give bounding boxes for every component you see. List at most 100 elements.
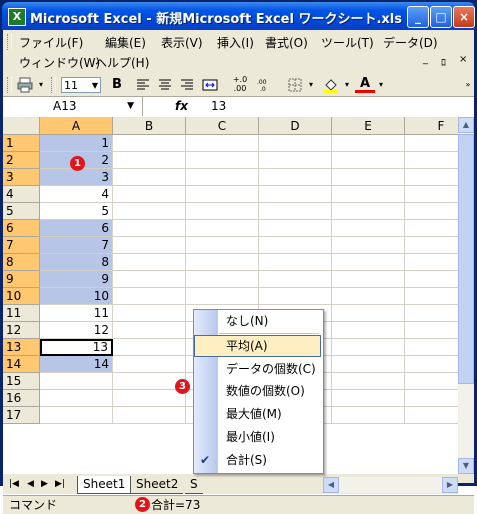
cell[interactable]	[332, 169, 405, 186]
cell[interactable]	[332, 322, 405, 339]
cell[interactable]	[332, 356, 405, 373]
cell[interactable]	[186, 288, 259, 305]
cell[interactable]	[405, 407, 458, 424]
cell[interactable]	[332, 339, 405, 356]
cell[interactable]	[113, 135, 186, 152]
menu-item-count[interactable]: データの個数(C)	[194, 358, 321, 380]
menu-item-min[interactable]: 最小値(I)	[194, 426, 321, 448]
cell-a[interactable]: 3	[40, 169, 113, 186]
cell-a[interactable]: 10	[40, 288, 113, 305]
fill-color-icon[interactable]	[321, 75, 341, 95]
menu-edit[interactable]: 編集(E)	[105, 34, 146, 51]
row-header[interactable]: 5	[3, 203, 40, 220]
cell[interactable]	[405, 288, 458, 305]
column-header-a[interactable]: A	[40, 117, 113, 135]
cell[interactable]	[332, 407, 405, 424]
cell[interactable]	[332, 220, 405, 237]
row-header[interactable]: 13	[3, 339, 40, 356]
cell-a[interactable]: 4	[40, 186, 113, 203]
doc-minimize-button[interactable]: _	[423, 54, 428, 65]
cell-a[interactable]: 14	[40, 356, 113, 373]
cell[interactable]	[405, 169, 458, 186]
borders-dropdown-icon[interactable]: ▾	[307, 75, 315, 95]
column-header-e[interactable]: E	[332, 117, 405, 135]
cell[interactable]	[259, 237, 332, 254]
cell[interactable]	[259, 135, 332, 152]
cell[interactable]	[405, 152, 458, 169]
row-header[interactable]: 12	[3, 322, 40, 339]
column-header-d[interactable]: D	[259, 117, 332, 135]
row-header[interactable]: 7	[3, 237, 40, 254]
scroll-left-icon[interactable]: ◀	[323, 477, 339, 493]
cell[interactable]	[113, 288, 186, 305]
column-header-c[interactable]: C	[186, 117, 259, 135]
column-header-f[interactable]: F	[405, 117, 458, 135]
row-header[interactable]: 11	[3, 305, 40, 322]
cell[interactable]	[332, 186, 405, 203]
cell[interactable]	[259, 271, 332, 288]
cell[interactable]	[405, 390, 458, 407]
row-header[interactable]: 6	[3, 220, 40, 237]
cell[interactable]	[259, 220, 332, 237]
cell[interactable]	[405, 220, 458, 237]
cell[interactable]	[113, 322, 186, 339]
row-header[interactable]: 9	[3, 271, 40, 288]
align-right-icon[interactable]	[177, 75, 197, 95]
status-sum[interactable]: 合計=73	[151, 496, 200, 514]
cell-a[interactable]	[40, 407, 113, 424]
cell[interactable]	[405, 186, 458, 203]
cell[interactable]	[113, 407, 186, 424]
row-header[interactable]: 8	[3, 254, 40, 271]
toolbar-grip[interactable]	[7, 77, 12, 93]
cell[interactable]	[113, 339, 186, 356]
cell[interactable]	[113, 390, 186, 407]
cell[interactable]	[186, 169, 259, 186]
cell-a[interactable]: 11	[40, 305, 113, 322]
cell[interactable]	[405, 135, 458, 152]
cell-a[interactable]	[40, 390, 113, 407]
cell-a[interactable]: 7	[40, 237, 113, 254]
cell[interactable]	[259, 254, 332, 271]
row-header[interactable]: 17	[3, 407, 40, 424]
menu-item-max[interactable]: 最大値(M)	[194, 403, 321, 425]
cell[interactable]	[332, 305, 405, 322]
cell-a[interactable]: 13	[40, 339, 113, 356]
cell[interactable]	[405, 322, 458, 339]
cell[interactable]	[113, 203, 186, 220]
cell[interactable]	[186, 203, 259, 220]
vertical-scrollbar[interactable]: ▲ ▼	[458, 117, 474, 474]
cell-a[interactable]: 12	[40, 322, 113, 339]
scroll-thumb[interactable]	[458, 134, 474, 384]
cell[interactable]	[332, 203, 405, 220]
bold-button[interactable]: B	[107, 75, 127, 95]
print-icon[interactable]	[15, 75, 35, 95]
menu-insert[interactable]: 挿入(I)	[217, 34, 254, 51]
font-color-dropdown-icon[interactable]: ▾	[377, 75, 385, 95]
menu-view[interactable]: 表示(V)	[161, 34, 203, 51]
horizontal-scrollbar[interactable]: ◀ ▶	[323, 477, 458, 493]
increase-decimal-button[interactable]: +.0 .00	[229, 75, 251, 95]
cell[interactable]	[186, 152, 259, 169]
cell[interactable]	[259, 203, 332, 220]
scroll-right-icon[interactable]: ▶	[442, 477, 458, 493]
cell[interactable]	[405, 203, 458, 220]
cell[interactable]	[113, 356, 186, 373]
row-header[interactable]: 2	[3, 152, 40, 169]
column-header-b[interactable]: B	[113, 117, 186, 135]
cell[interactable]	[186, 237, 259, 254]
cell[interactable]	[405, 339, 458, 356]
toolbar-grip-2[interactable]	[51, 77, 56, 93]
cell[interactable]	[259, 169, 332, 186]
tab-sheet2[interactable]: Sheet2	[131, 476, 184, 494]
cell[interactable]	[113, 169, 186, 186]
cell[interactable]	[405, 373, 458, 390]
row-header[interactable]: 1	[3, 135, 40, 152]
menu-item-none[interactable]: なし(N)	[194, 310, 321, 332]
row-header[interactable]: 14	[3, 356, 40, 373]
scroll-up-icon[interactable]: ▲	[458, 117, 474, 133]
cell[interactable]	[332, 237, 405, 254]
menu-item-sum[interactable]: ✔ 合計(S)	[194, 449, 321, 471]
cell[interactable]	[186, 220, 259, 237]
cell-a[interactable]: 1	[40, 135, 113, 152]
title-bar[interactable]: X Microsoft Excel - 新規Microsoft Excel ワー…	[2, 2, 475, 30]
